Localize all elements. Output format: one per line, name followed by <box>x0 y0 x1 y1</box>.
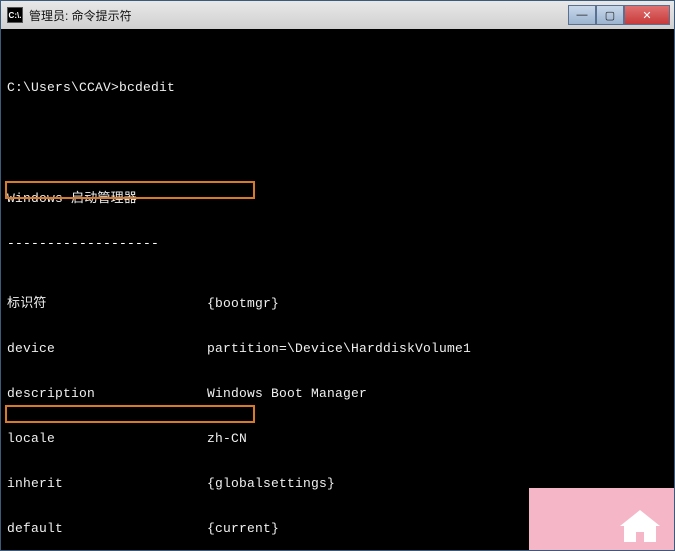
section-title-bootmgr: Windows 启动管理器 <box>7 191 674 206</box>
bm-identifier: 标识符{bootmgr} <box>7 296 674 311</box>
close-button[interactable]: ✕ <box>624 5 670 25</box>
section-sep: ------------------- <box>7 236 674 251</box>
bm-description: descriptionWindows Boot Manager <box>7 386 674 401</box>
highlight-box-locale-2 <box>5 405 255 423</box>
prompt-line: C:\Users\CCAV>bcdedit <box>7 80 674 95</box>
window-buttons: — ▢ ✕ <box>568 5 670 25</box>
watermark-overlay <box>529 488 674 550</box>
cmd-window: C:\. 管理员: 命令提示符 — ▢ ✕ C:\Users\CCAV>bcde… <box>0 0 675 551</box>
cmd-icon: C:\. <box>7 7 23 23</box>
minimize-button[interactable]: — <box>568 5 596 25</box>
bm-device: devicepartition=\Device\HarddiskVolume1 <box>7 341 674 356</box>
maximize-button[interactable]: ▢ <box>596 5 624 25</box>
bm-locale: localezh-CN <box>7 431 674 446</box>
titlebar[interactable]: C:\. 管理员: 命令提示符 — ▢ ✕ <box>1 1 674 29</box>
window-title: 管理员: 命令提示符 <box>29 7 568 24</box>
house-icon <box>616 506 664 546</box>
console-output[interactable]: C:\Users\CCAV>bcdedit Windows 启动管理器 ----… <box>1 29 674 550</box>
